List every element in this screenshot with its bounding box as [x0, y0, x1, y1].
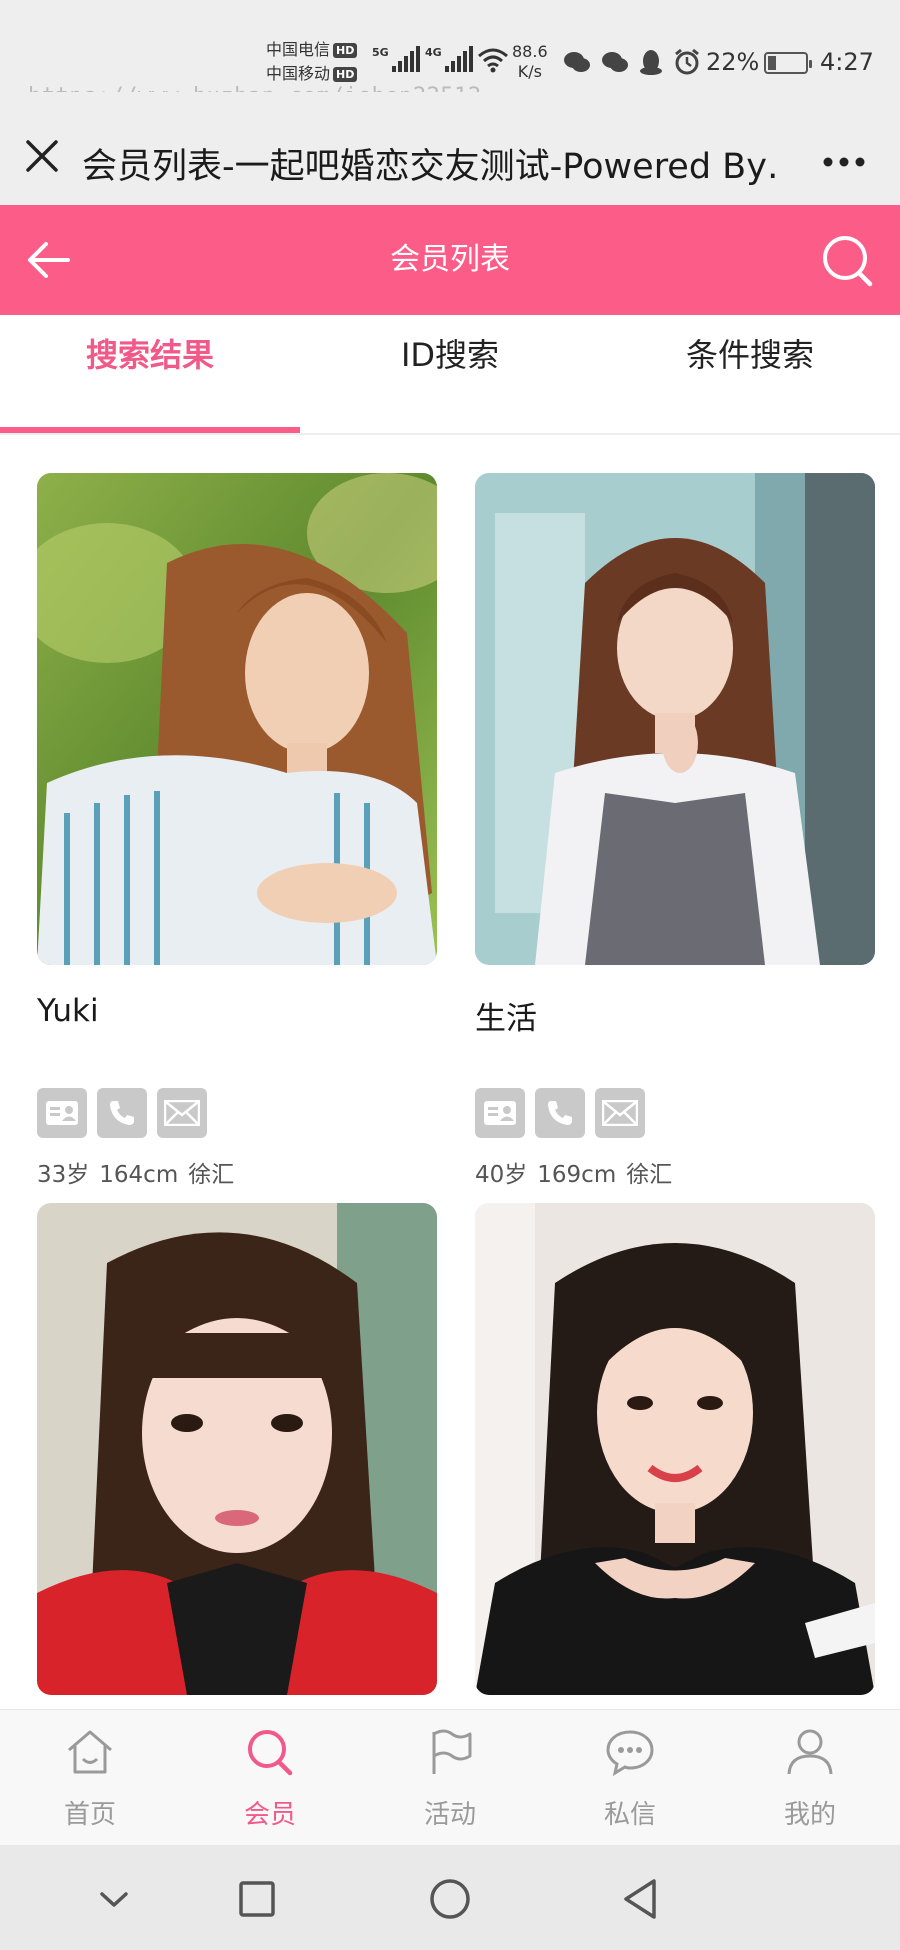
- bottom-nav: 首页 会员 活动 私信 我的: [0, 1709, 900, 1845]
- nav-label: 会员: [243, 1800, 296, 1830]
- member-name[interactable]: 生活: [475, 993, 537, 1038]
- notification-icons: [563, 48, 701, 76]
- recent-apps-icon[interactable]: [233, 1875, 281, 1923]
- signal-5g-icon: 5G: [372, 46, 420, 72]
- nav-home[interactable]: 首页: [0, 1710, 180, 1846]
- clock: 4:27: [820, 48, 874, 76]
- home-button-icon[interactable]: [426, 1875, 474, 1923]
- wechat-icon: [564, 52, 590, 72]
- battery-percent: 22%: [706, 48, 760, 76]
- carrier-2: 中国移动: [266, 64, 331, 83]
- nav-members[interactable]: 会员: [180, 1710, 360, 1846]
- hd-badge: HD: [333, 43, 358, 58]
- member-actions: [475, 1088, 645, 1138]
- mail-icon[interactable]: [595, 1088, 645, 1138]
- browser-title: 会员列表-一起吧婚恋交友测试-Powered By…: [82, 147, 782, 187]
- qq-icon: [640, 50, 662, 75]
- tab-bar: 搜索结果 ID搜索 条件搜索: [0, 315, 900, 435]
- browser-titlebar: 会员列表-一起吧婚恋交友测试-Powered By…: [0, 92, 900, 205]
- nav-label: 我的: [783, 1800, 836, 1830]
- member-location: 徐汇: [188, 1162, 235, 1188]
- chevron-down-icon[interactable]: [90, 1875, 138, 1923]
- tab-active-indicator: [0, 427, 300, 433]
- battery-fill: [768, 56, 776, 70]
- carrier-1: 中国电信: [266, 40, 331, 59]
- wifi-icon: [478, 48, 508, 73]
- member-photo[interactable]: [475, 473, 875, 965]
- signal-4g-icon: 4G: [425, 46, 473, 72]
- home-icon: [68, 1730, 112, 1774]
- mail-icon[interactable]: [157, 1088, 207, 1138]
- carrier-info: 中国电信 HD 中国移动 HD: [266, 38, 358, 86]
- member-age: 33岁: [37, 1162, 90, 1188]
- member-info: 33岁 164cm 徐汇: [37, 1155, 234, 1189]
- phone-icon[interactable]: [97, 1088, 147, 1138]
- system-nav-bar: [0, 1845, 900, 1950]
- tab-search-results[interactable]: 搜索结果: [0, 315, 300, 435]
- more-menu-icon[interactable]: [822, 156, 866, 168]
- member-name[interactable]: Yuki: [37, 993, 99, 1029]
- wechat-icon: [602, 52, 628, 72]
- speed-unit: K/s: [517, 62, 542, 81]
- battery-icon: [764, 52, 812, 74]
- nav-profile[interactable]: 我的: [720, 1710, 900, 1846]
- nav-activities[interactable]: 活动: [360, 1710, 540, 1846]
- member-height: 169cm: [537, 1162, 617, 1188]
- nav-label: 活动: [423, 1800, 476, 1830]
- tab-filter-search[interactable]: 条件搜索: [600, 315, 900, 435]
- status-bar: 中国电信 HD 中国移动 HD 5G 4G 88.6 K/s 22% 4:27: [0, 0, 900, 109]
- hd-badge: HD: [333, 67, 358, 82]
- nav-label: 首页: [63, 1800, 116, 1830]
- speed-value: 88.6: [512, 42, 548, 61]
- phone-icon[interactable]: [535, 1088, 585, 1138]
- chat-icon: [606, 1730, 654, 1777]
- alarm-icon: [675, 48, 699, 75]
- search-icon: [248, 1730, 293, 1776]
- net-label-2: 4G: [425, 46, 442, 59]
- network-speed: 88.6 K/s: [512, 42, 548, 82]
- net-label-1: 5G: [372, 46, 389, 59]
- close-icon[interactable]: [22, 136, 62, 176]
- flag-icon: [432, 1729, 472, 1774]
- nav-messages[interactable]: 私信: [540, 1710, 720, 1846]
- search-icon[interactable]: [818, 231, 876, 289]
- member-actions: [37, 1088, 207, 1138]
- member-info: 40岁 169cm 徐汇: [475, 1155, 672, 1189]
- member-grid: Yuki 33岁 164cm 徐汇 生活 40岁 169cm 徐汇: [0, 437, 900, 1709]
- user-icon: [787, 1729, 833, 1775]
- member-location: 徐汇: [626, 1162, 673, 1188]
- back-arrow-icon[interactable]: [24, 235, 74, 285]
- profile-card-icon[interactable]: [37, 1088, 87, 1138]
- tab-id-search[interactable]: ID搜索: [300, 315, 600, 435]
- member-photo[interactable]: [37, 473, 437, 965]
- profile-card-icon[interactable]: [475, 1088, 525, 1138]
- nav-label: 私信: [603, 1800, 656, 1830]
- page-header: 会员列表: [0, 205, 900, 315]
- app-screen: 中国电信 HD 中国移动 HD 5G 4G 88.6 K/s 22% 4:27 …: [0, 0, 900, 1950]
- back-button-icon[interactable]: [618, 1875, 666, 1923]
- page-title: 会员列表: [390, 242, 510, 277]
- member-photo[interactable]: [475, 1203, 875, 1695]
- member-height: 164cm: [99, 1162, 179, 1188]
- member-photo[interactable]: [37, 1203, 437, 1695]
- member-age: 40岁: [475, 1162, 528, 1188]
